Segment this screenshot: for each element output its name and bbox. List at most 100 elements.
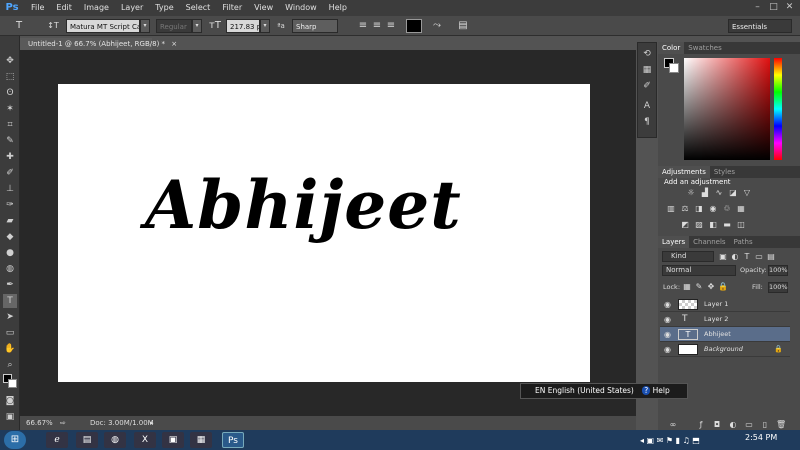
- filter-type-icon[interactable]: T: [742, 252, 752, 262]
- layer-name[interactable]: Layer 1: [704, 297, 728, 312]
- hand-tool-icon[interactable]: ✋: [3, 342, 17, 356]
- type-tool-icon[interactable]: T: [3, 294, 17, 308]
- link-layers-icon[interactable]: ∞: [668, 420, 678, 430]
- canvas-text-layer[interactable]: Abhijeet: [145, 165, 462, 245]
- layer-name[interactable]: Abhijeet: [704, 327, 731, 342]
- marquee-tool-icon[interactable]: ⬚: [3, 70, 17, 84]
- new-group-icon[interactable]: ▭: [744, 420, 754, 430]
- menu-view[interactable]: View: [248, 0, 279, 16]
- menu-image[interactable]: Image: [78, 0, 115, 16]
- blur-tool-icon[interactable]: ●: [3, 246, 17, 260]
- history-panel-icon[interactable]: ⟲: [640, 47, 654, 61]
- align-left-icon[interactable]: ≡: [356, 19, 370, 33]
- tab-channels[interactable]: Channels: [689, 236, 729, 248]
- layer-row[interactable]: ◉ T Layer 2: [660, 312, 790, 327]
- close-document-icon[interactable]: ×: [171, 40, 177, 48]
- tab-styles[interactable]: Styles: [710, 166, 739, 178]
- filter-pixel-icon[interactable]: ▣: [718, 252, 728, 262]
- curves-icon[interactable]: ∿: [714, 188, 724, 198]
- blend-mode-select[interactable]: Normal: [662, 265, 736, 276]
- background-color-swatch[interactable]: [8, 379, 17, 388]
- lock-image-icon[interactable]: ✎: [694, 282, 704, 292]
- move-tool-icon[interactable]: ✥: [3, 54, 17, 68]
- tab-color[interactable]: Color: [658, 42, 685, 54]
- history-brush-icon[interactable]: ✑: [3, 198, 17, 212]
- status-menu-arrow-icon[interactable]: ▸: [150, 416, 154, 430]
- color-balance-icon[interactable]: ⚖: [680, 204, 690, 214]
- close-button[interactable]: ✕: [784, 2, 795, 13]
- menu-type[interactable]: Type: [149, 0, 179, 16]
- quick-mask-icon[interactable]: ◙: [3, 394, 17, 408]
- properties-panel-icon[interactable]: ▦: [640, 63, 654, 77]
- delete-layer-icon[interactable]: 🗑: [776, 420, 786, 430]
- paint-bucket-icon[interactable]: ◆: [3, 230, 17, 244]
- antialias-select[interactable]: Sharp: [292, 19, 338, 33]
- brush-tool-icon[interactable]: ✐: [3, 166, 17, 180]
- menu-filter[interactable]: Filter: [216, 0, 248, 16]
- layer-name[interactable]: Layer 2: [704, 312, 728, 327]
- menu-layer[interactable]: Layer: [115, 0, 149, 16]
- help-label[interactable]: Help: [653, 386, 670, 395]
- clone-stamp-icon[interactable]: ⊥: [3, 182, 17, 196]
- lock-position-icon[interactable]: ✥: [706, 282, 716, 292]
- brightness-contrast-icon[interactable]: ☼: [686, 188, 696, 198]
- visibility-eye-icon[interactable]: ◉: [664, 312, 672, 327]
- posterize-icon[interactable]: ▨: [694, 220, 704, 230]
- invert-icon[interactable]: ◩: [680, 220, 690, 230]
- taskbar-clock[interactable]: 2:54 PM: [745, 433, 777, 442]
- type-tool-icon[interactable]: T: [12, 19, 26, 33]
- hue-slider[interactable]: [774, 58, 782, 160]
- layer-row[interactable]: ◉ Background 🔒: [660, 342, 790, 357]
- black-white-icon[interactable]: ◨: [694, 204, 704, 214]
- status-menu-icon[interactable]: ⇨: [60, 416, 66, 430]
- hue-saturation-icon[interactable]: ▥: [666, 204, 676, 214]
- color-field[interactable]: [684, 58, 770, 160]
- opacity-field[interactable]: 100%: [768, 265, 788, 276]
- add-mask-icon[interactable]: ◘: [712, 420, 722, 430]
- visibility-eye-icon[interactable]: ◉: [664, 297, 672, 312]
- add-style-icon[interactable]: ƒ: [696, 420, 706, 430]
- rectangle-tool-icon[interactable]: ▭: [3, 326, 17, 340]
- menu-window[interactable]: Window: [279, 0, 323, 16]
- fill-field[interactable]: 100%: [768, 282, 788, 293]
- menu-edit[interactable]: Edit: [50, 0, 78, 16]
- tab-swatches[interactable]: Swatches: [684, 42, 725, 54]
- lock-transparent-icon[interactable]: ▦: [682, 282, 692, 292]
- warp-text-icon[interactable]: ⤳: [430, 19, 444, 33]
- eraser-tool-icon[interactable]: ▰: [3, 214, 17, 228]
- menu-file[interactable]: File: [25, 0, 50, 16]
- color-lookup-icon[interactable]: ▦: [736, 204, 746, 214]
- healing-brush-icon[interactable]: ✚: [3, 150, 17, 164]
- lock-all-icon[interactable]: 🔒: [718, 282, 728, 292]
- font-size-field[interactable]: 217.83 pt: [226, 19, 260, 33]
- tray-icons[interactable]: ◂ ▣ ✉ ⚑ ▮ ♫ ⬒: [640, 436, 700, 445]
- ie-taskbar-icon[interactable]: ℯ: [46, 432, 68, 448]
- layer-name[interactable]: Background: [704, 342, 743, 357]
- text-color-swatch[interactable]: [406, 19, 422, 33]
- excel-taskbar-icon[interactable]: X: [134, 432, 156, 448]
- brush-panel-icon[interactable]: ✐: [640, 79, 654, 93]
- font-style-dropdown[interactable]: ▾: [192, 19, 202, 33]
- path-select-icon[interactable]: ➤: [3, 310, 17, 324]
- align-center-icon[interactable]: ≡: [370, 19, 384, 33]
- filter-shape-icon[interactable]: ▭: [754, 252, 764, 262]
- zoom-level[interactable]: 66.67%: [26, 416, 53, 430]
- tab-paths[interactable]: Paths: [730, 236, 757, 248]
- layer-row[interactable]: ◉ Layer 1: [660, 297, 790, 312]
- app-taskbar-icon[interactable]: ▦: [190, 432, 212, 448]
- channel-mixer-icon[interactable]: ♲: [722, 204, 732, 214]
- visibility-eye-icon[interactable]: ◉: [664, 342, 672, 357]
- layer-filter-kind[interactable]: Kind: [662, 251, 714, 262]
- language-indicator[interactable]: EN English (United States): [535, 386, 634, 395]
- lasso-tool-icon[interactable]: ʘ: [3, 86, 17, 100]
- app-taskbar-icon[interactable]: ▣: [162, 432, 184, 448]
- paragraph-panel-icon[interactable]: ¶: [640, 115, 654, 129]
- workspace-select[interactable]: Essentials: [728, 19, 792, 33]
- character-panel-icon[interactable]: A: [640, 99, 654, 113]
- font-family-dropdown[interactable]: ▾: [140, 19, 150, 33]
- zoom-tool-icon[interactable]: ⌕: [3, 358, 17, 372]
- crop-tool-icon[interactable]: ⌗: [3, 118, 17, 132]
- help-icon[interactable]: ?: [642, 386, 651, 395]
- filter-adjustment-icon[interactable]: ◐: [730, 252, 740, 262]
- font-style-field[interactable]: Regular: [156, 19, 192, 33]
